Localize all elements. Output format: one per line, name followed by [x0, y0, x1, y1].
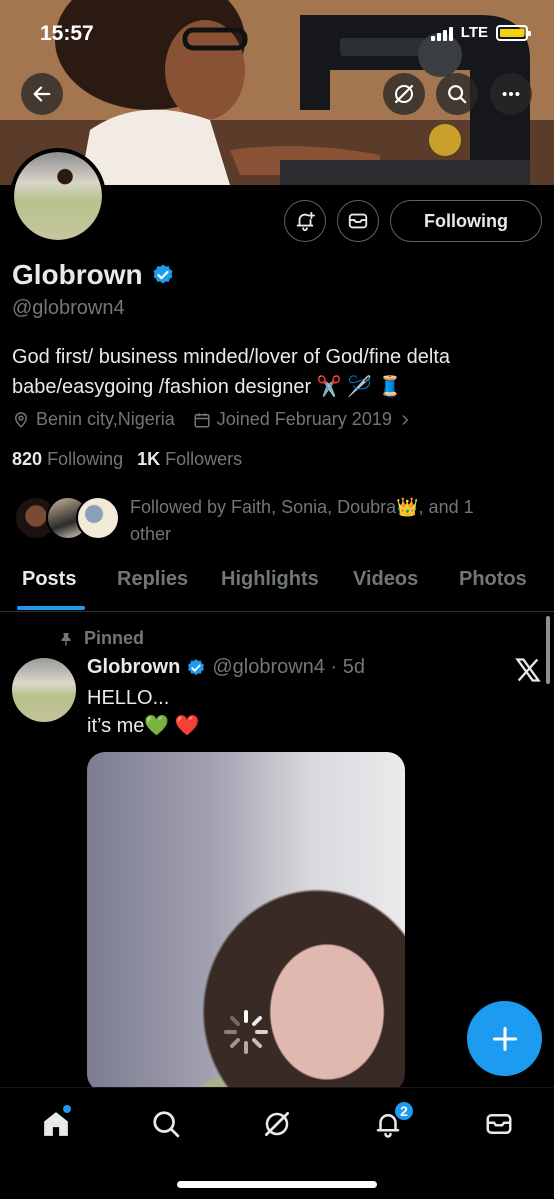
- mail-icon: [486, 1114, 512, 1134]
- home-icon: [44, 1112, 68, 1136]
- post-handle-time: @globrown4 · 5d: [212, 656, 365, 678]
- pin-icon: [61, 632, 71, 646]
- tab-posts[interactable]: Posts: [22, 568, 76, 591]
- post-header: Globrown @globrown4 · 5d: [87, 656, 365, 679]
- following-button[interactable]: Following: [390, 200, 542, 242]
- scrollbar[interactable]: [546, 616, 550, 684]
- tab-videos[interactable]: Videos: [353, 568, 418, 591]
- back-button[interactable]: [21, 73, 63, 115]
- bottom-navigation: 2: [0, 1087, 554, 1199]
- display-name: Globrown: [12, 259, 175, 291]
- chevron-right-icon: [402, 414, 409, 425]
- grok-button[interactable]: [383, 73, 425, 115]
- verified-badge-icon[interactable]: [151, 263, 175, 287]
- loading-spinner-icon: [224, 1010, 268, 1054]
- mutual-follower-avatars: [14, 494, 120, 542]
- search-icon: [153, 1111, 180, 1138]
- follow-stats: 820 Following 1K Followers: [12, 449, 242, 470]
- profile-bio: God first/ business minded/lover of God/…: [12, 346, 451, 398]
- pinned-label: Pinned: [84, 628, 145, 648]
- followed-by-text: Followed by Faith, Sonia, Doubra👑, and 1…: [130, 497, 474, 544]
- search-profile-button[interactable]: [436, 73, 478, 115]
- notification-subscribe-button[interactable]: [284, 200, 326, 242]
- avatar-image: [14, 152, 102, 240]
- avatar: [76, 496, 120, 540]
- plus-icon: [492, 1026, 517, 1051]
- post-text-line: it’s me💚 ❤️: [87, 715, 200, 737]
- more-horizontal-icon: [502, 91, 520, 97]
- followers-count: 1K: [137, 449, 161, 469]
- location-item: Benin city,Nigeria: [12, 409, 175, 430]
- status-indicators: LTE: [430, 24, 531, 41]
- following-label: Following: [47, 449, 124, 469]
- notifications-badge: 2: [393, 1100, 415, 1122]
- network-label: LTE: [460, 24, 488, 41]
- grok-icon: [394, 84, 414, 104]
- profile-tabs: Posts Replies Highlights Videos Photos: [0, 558, 554, 612]
- post-text: HELLO... it’s me💚 ❤️: [87, 684, 200, 740]
- grok-icon: [265, 1112, 289, 1136]
- post-author-avatar[interactable]: [12, 658, 76, 722]
- followed-by-row[interactable]: Followed by Faith, Sonia, Doubra👑, and 1…: [14, 494, 510, 548]
- battery-icon: [496, 24, 531, 41]
- home-unread-dot: [63, 1105, 71, 1113]
- location-pin-icon: [14, 411, 28, 428]
- cellular-signal-icon: [430, 25, 453, 41]
- display-name-text: Globrown: [12, 259, 143, 290]
- message-button[interactable]: [337, 200, 379, 242]
- post-author-name[interactable]: Globrown: [87, 656, 180, 679]
- following-count: 820: [12, 449, 43, 469]
- post-text-line: HELLO...: [87, 687, 170, 709]
- verified-badge-icon: [188, 658, 205, 675]
- compose-post-button[interactable]: [467, 1001, 542, 1076]
- tab-replies[interactable]: Replies: [117, 568, 188, 591]
- nav-search[interactable]: [148, 1106, 184, 1142]
- joined-item[interactable]: Joined February 2019: [193, 409, 412, 430]
- tab-photos[interactable]: Photos: [459, 568, 527, 591]
- joined-text: Joined February 2019: [216, 409, 392, 429]
- active-tab-indicator: [17, 606, 85, 610]
- profile-avatar[interactable]: [10, 148, 106, 244]
- status-bar: 15:57 LTE: [0, 0, 554, 64]
- status-time: 15:57: [40, 22, 94, 45]
- followers-stat[interactable]: 1K Followers: [137, 449, 242, 470]
- arrow-left-icon: [33, 86, 51, 102]
- profile-handle: @globrown4: [12, 297, 125, 319]
- tab-highlights[interactable]: Highlights: [221, 568, 319, 591]
- home-indicator-bar[interactable]: [177, 1181, 377, 1188]
- following-stat[interactable]: 820 Following: [12, 449, 123, 470]
- followers-label: Followers: [165, 449, 243, 469]
- location-text: Benin city,Nigeria: [36, 409, 175, 429]
- mail-icon: [348, 213, 368, 229]
- more-options-button[interactable]: [490, 73, 532, 115]
- profile-meta: Benin city,Nigeria Joined February 2019: [12, 409, 430, 430]
- post-video[interactable]: [87, 752, 405, 1092]
- calendar-icon: [194, 412, 210, 427]
- x-logo-icon[interactable]: [514, 656, 542, 684]
- search-icon: [448, 85, 467, 104]
- nav-grok[interactable]: [259, 1106, 295, 1142]
- bell-plus-icon: [296, 211, 316, 232]
- nav-messages[interactable]: [481, 1106, 517, 1142]
- pinned-label-row: Pinned: [58, 628, 144, 649]
